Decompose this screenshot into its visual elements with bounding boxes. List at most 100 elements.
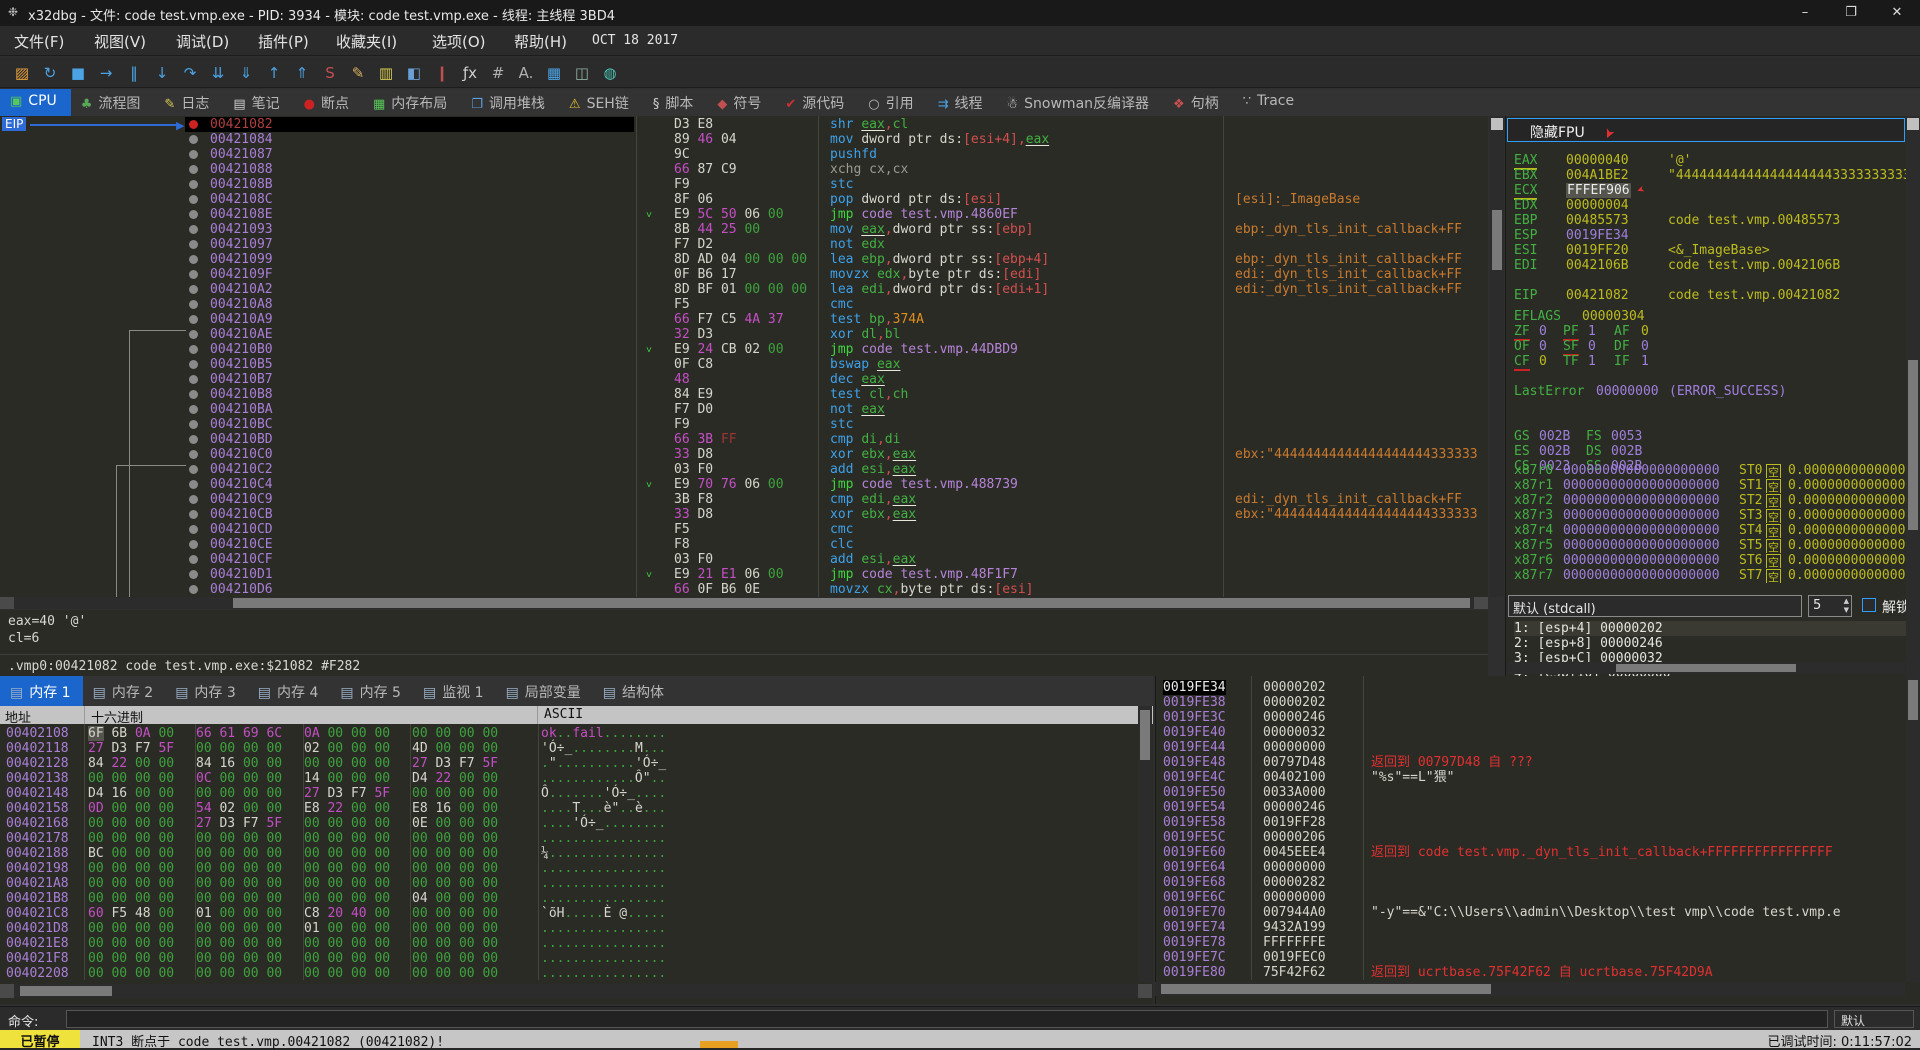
breakpoint-dot[interactable] [189, 510, 198, 519]
disasm-row[interactable]: 004210998D AD 04 00 00 00lea ebp,dword p… [0, 252, 1488, 267]
function-icon[interactable]: ƒx [458, 61, 482, 85]
stop-icon[interactable]: ■ [66, 61, 90, 85]
disasm-row[interactable]: 004210C93B F8cmp edi,eaxedi:_dyn_tls_ini… [0, 492, 1488, 507]
stack-row[interactable]: 0019FE600045EEE4返回到 code test.vmp._dyn_t… [1156, 845, 1920, 860]
breakpoint-dot[interactable] [189, 585, 198, 594]
registers-panel[interactable]: 隐藏FPU ➤ EAX00000040'@'EBX004A1BE2"444444… [1505, 116, 1920, 676]
disasm-row[interactable]: 004210CEF8clc [0, 537, 1488, 552]
dump-row[interactable]: 004021580D 00 00 0054 02 00 00E8 22 00 0… [0, 801, 1136, 816]
menu-item-7[interactable]: 帮助(H) [514, 31, 567, 52]
tab-引用[interactable]: ○引用 [858, 89, 927, 116]
dump-row[interactable]: 00402148D4 16 00 0000 00 00 0027 D3 F7 5… [0, 786, 1136, 801]
font-icon[interactable]: A. [514, 61, 538, 85]
breakpoint-dot[interactable] [189, 375, 198, 384]
breakpoint-dot[interactable] [189, 495, 198, 504]
disasm-row[interactable]: 004210BCF9stc [0, 417, 1488, 432]
menu-item-5[interactable]: 收藏夹(I) [336, 31, 397, 52]
dump-tab-内存 2[interactable]: ▤内存 2 [83, 676, 166, 706]
stack-row[interactable]: 0019FE6800000282 [1156, 875, 1920, 890]
stack-hscrollbar[interactable] [1155, 982, 1905, 996]
disasm-row[interactable]: 004210938B 44 25 00mov eax,dword ptr ss:… [0, 222, 1488, 237]
tab-SEH链[interactable]: ⚠SEH链 [559, 89, 643, 116]
breakpoint-dot[interactable] [189, 195, 198, 204]
register-row[interactable]: EDX00000004 [1506, 198, 1916, 213]
trace-into-icon[interactable]: ⇊ [206, 61, 230, 85]
breakpoint-dot[interactable] [189, 165, 198, 174]
disasm-row[interactable]: 004210AE32 D3xor dl,bl [0, 327, 1488, 342]
tab-CPU[interactable]: ▣CPU [0, 89, 71, 116]
run-icon[interactable]: → [94, 61, 118, 85]
tab-源代码[interactable]: ✔源代码 [775, 89, 858, 116]
disasm-row[interactable]: 004210CB33 D8xor ebx,eaxebx:"44444444444… [0, 507, 1488, 522]
calling-convention-select[interactable]: 默认 (stdcall) [1508, 595, 1802, 617]
open-file-icon[interactable]: ▨ [10, 61, 34, 85]
disasm-row[interactable]: 004210B884 E9test cl,ch [0, 387, 1488, 402]
pause-icon[interactable]: ‖ [122, 61, 146, 85]
label-icon[interactable]: ◧ [402, 61, 426, 85]
disasm-row[interactable]: 004210C203 F0add esi,eax [0, 462, 1488, 477]
breakpoint-dot[interactable] [189, 450, 198, 459]
tab-调用堆栈[interactable]: ❐调用堆栈 [461, 89, 559, 116]
disasm-row[interactable]: 004210C033 D8xor ebx,eaxebx:"44444444444… [0, 447, 1488, 462]
tab-句柄[interactable]: ❖句柄 [1163, 89, 1233, 116]
dump-tab-结构体[interactable]: ▤结构体 [593, 676, 676, 706]
breakpoint-dot[interactable] [189, 135, 198, 144]
dump-row[interactable]: 004021A800 00 00 0000 00 00 0000 00 00 0… [0, 876, 1136, 891]
dump-row[interactable]: 004021D800 00 00 0000 00 00 0001 00 00 0… [0, 921, 1136, 936]
stack-row[interactable]: 0019FE5C00000206 [1156, 830, 1920, 845]
menu-item-6[interactable]: 选项(O) [432, 31, 486, 52]
disasm-row[interactable]: 004210A8F5cmc [0, 297, 1488, 312]
disasm-row[interactable]: 004210CF03 F0add esi,eax [0, 552, 1488, 567]
restart-icon[interactable]: ↻ [38, 61, 62, 85]
dump-row[interactable]: 00402188BC 00 00 0000 00 00 0000 00 00 0… [0, 846, 1136, 861]
run-to-return-icon[interactable]: ↑ [262, 61, 286, 85]
register-row[interactable]: EIP00421082code test.vmp.00421082 [1506, 288, 1916, 303]
disasm-row[interactable]: 00421097F7 D2not edx [0, 237, 1488, 252]
disasm-row[interactable]: 0042109F0F B6 17movzx edx,byte ptr ds:[e… [0, 267, 1488, 282]
breakpoint-dot[interactable] [189, 420, 198, 429]
breakpoint-dot[interactable] [189, 270, 198, 279]
disasm-row[interactable]: 004210D666 0F B6 0Emovzx cx,byte ptr ds:… [0, 582, 1488, 597]
menu-item-1[interactable]: 文件(F) [14, 31, 64, 52]
breakpoint-dot[interactable] [189, 255, 198, 264]
register-row[interactable]: EAX00000040'@' [1506, 153, 1916, 168]
register-row[interactable]: EBX004A1BE2"4444444444444444444433333333… [1506, 168, 1916, 183]
stack-panel[interactable]: 0019FE34000002020019FE38000002020019FE3C… [1155, 676, 1920, 1004]
step-over-icon[interactable]: ↷ [178, 61, 202, 85]
disasm-row[interactable]: 00421082D3 E8shr eax,cl [0, 117, 1488, 132]
dump-hscrollbar[interactable] [0, 984, 1152, 998]
stack-row[interactable]: 0019FE4400000000 [1156, 740, 1920, 755]
disasm-vscrollbar[interactable] [1490, 116, 1504, 597]
disasm-row[interactable]: 004210A966 F7 C5 4A 37test bp,374A [0, 312, 1488, 327]
stack-row[interactable]: 0019FE6400000000 [1156, 860, 1920, 875]
dump-row[interactable]: 004021C860 F5 48 0001 00 00 00C8 20 40 0… [0, 906, 1136, 921]
disasm-row[interactable]: 004210C4˅E9 70 76 06 00jmp code test.vmp… [0, 477, 1488, 492]
stack-row[interactable]: 0019FE500033A000 [1156, 785, 1920, 800]
disasm-row[interactable]: 0042108866 87 C9xchg cx,cx [0, 162, 1488, 177]
stack-row[interactable]: 0019FE5400000246 [1156, 800, 1920, 815]
register-row[interactable]: EBP00485573code test.vmp.00485573 [1506, 213, 1916, 228]
dump-row[interactable]: 004021F800 00 00 0000 00 00 0000 00 00 0… [0, 951, 1136, 966]
register-row[interactable]: EDI0042106Bcode test.vmp.0042106B [1506, 258, 1916, 273]
args-hscrollbar[interactable] [1616, 664, 1796, 672]
comment-icon[interactable]: ▥ [374, 61, 398, 85]
menu-item-4[interactable]: 插件(P) [258, 31, 309, 52]
disasm-row[interactable]: 004210B0˅E9 24 CB 02 00jmp code test.vmp… [0, 342, 1488, 357]
disasm-row[interactable]: 0042108BF9stc [0, 177, 1488, 192]
patches-icon[interactable]: ✎ [346, 61, 370, 85]
dump-row[interactable]: 0040216800 00 00 0027 D3 F7 5F00 00 00 0… [0, 816, 1136, 831]
breakpoint-dot[interactable] [189, 120, 198, 129]
close-button[interactable]: ✕ [1874, 0, 1920, 26]
stack-row[interactable]: 0019FE4C00402100"%s"==L"猥" [1156, 770, 1920, 785]
breakpoint-dot[interactable] [189, 360, 198, 369]
stack-row[interactable]: 0019FE70007944A0"-y"==&"C:\\Users\\admin… [1156, 905, 1920, 920]
dump-tab-监视 1[interactable]: ▤监视 1 [413, 676, 496, 706]
dump-row[interactable]: 0040219800 00 00 0000 00 00 0000 00 00 0… [0, 861, 1136, 876]
disasm-row[interactable]: 004210B50F C8bswap eax [0, 357, 1488, 372]
tab-符号[interactable]: ◆符号 [707, 89, 775, 116]
argument-row[interactable]: 2: [esp+8] 00000246 [1514, 636, 1663, 651]
register-row[interactable]: ECXFFFEF906➤ [1506, 183, 1916, 198]
dump-tab-内存 3[interactable]: ▤内存 3 [165, 676, 248, 706]
breakpoint-dot[interactable] [189, 330, 198, 339]
tab-Snowman反编译器[interactable]: ☃Snowman反编译器 [997, 89, 1164, 116]
